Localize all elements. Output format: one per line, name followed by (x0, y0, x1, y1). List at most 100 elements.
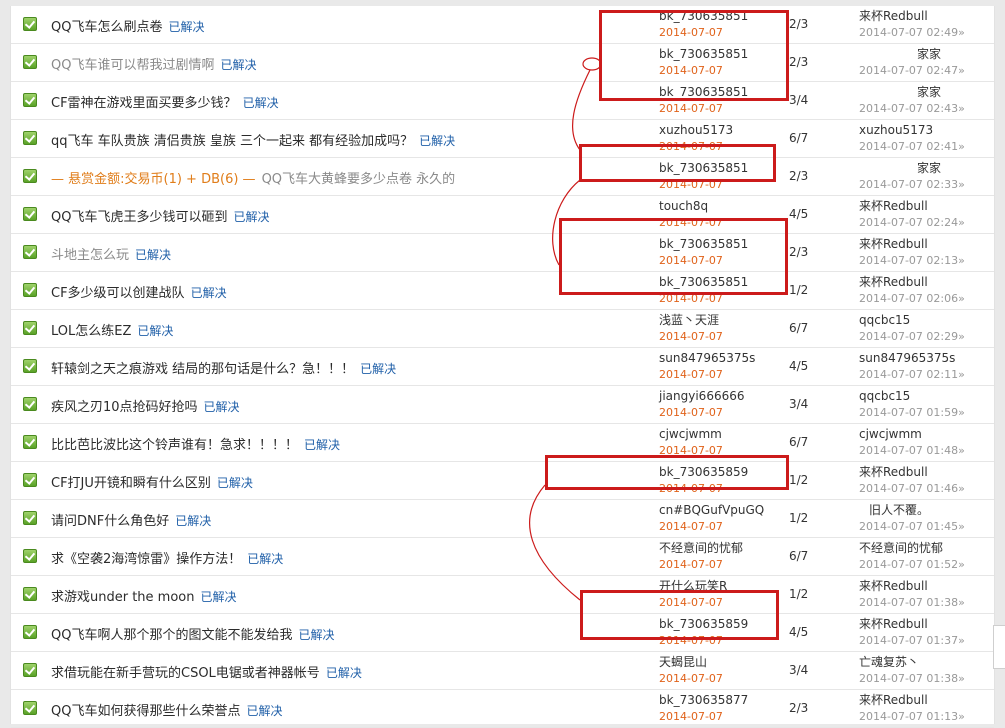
author-link[interactable]: jiangyi666666 (659, 388, 745, 404)
solved-check-icon (23, 93, 37, 107)
last-reply-user[interactable]: 家家 (917, 160, 941, 176)
last-reply-user[interactable]: 来杯Redbull (859, 8, 928, 24)
last-reply-date[interactable]: 2014-07-07 01:46» (859, 481, 965, 497)
last-reply-user[interactable]: qqcbc15 (859, 312, 910, 328)
thread-title-link[interactable]: 求借玩能在新手营玩的CSOL电锯或者神器帐号 已解决 (51, 662, 362, 681)
last-reply-user[interactable]: 来杯Redbull (859, 274, 928, 290)
author-link[interactable]: 浅蓝丶天涯 (659, 312, 719, 328)
table-row: 请问DNF什么角色好 已解决 cn#BQGufVpuGQ 2014-07-07 1… (11, 500, 994, 538)
last-reply-date[interactable]: 2014-07-07 02:11» (859, 367, 965, 383)
author-link[interactable]: bk_730635877 (659, 692, 748, 708)
last-reply-user[interactable]: sun847965375s (859, 350, 955, 366)
last-reply-date[interactable]: 2014-07-07 02:06» (859, 291, 965, 307)
table-row: qq飞车 车队贵族 清侣贵族 皇族 三个一起来 都有经验加成吗？ 已解决 xuzh… (11, 120, 994, 158)
table-row: 求游戏under the moon 已解决 开什么玩笑R 2014-07-07 1… (11, 576, 994, 614)
last-reply-date[interactable]: 2014-07-07 02:49» (859, 25, 965, 41)
last-reply-user[interactable]: 来杯Redbull (859, 578, 928, 594)
thread-title-link[interactable]: qq飞车 车队贵族 清侣贵族 皇族 三个一起来 都有经验加成吗？ 已解决 (51, 130, 455, 149)
table-row: QQ飞车谁可以帮我过剧情啊 已解决 bk_730635851 2014-07-07… (11, 44, 994, 82)
last-reply-date[interactable]: 2014-07-07 01:59» (859, 405, 965, 421)
author-link[interactable]: touch8q (659, 198, 708, 214)
thread-title-link[interactable]: CF雷神在游戏里面买要多少钱？ 已解决 (51, 92, 279, 111)
solved-badge: 已解决 (246, 704, 283, 718)
thread-title-link[interactable]: 求《空袭2海湾惊雷》操作方法！ 已解决 (51, 548, 283, 567)
last-reply-date[interactable]: 2014-07-07 01:48» (859, 443, 965, 459)
solved-check-icon (23, 169, 37, 183)
solved-badge: 已解决 (247, 552, 284, 566)
last-reply-date[interactable]: 2014-07-07 02:29» (859, 329, 965, 345)
author-link[interactable]: xuzhou5173 (659, 122, 733, 138)
last-reply-date[interactable]: 2014-07-07 02:33» (859, 177, 965, 193)
thread-title-link[interactable]: LOL怎么练EZ 已解决 (51, 320, 173, 339)
last-reply-user[interactable]: 来杯Redbull (859, 616, 928, 632)
last-reply-user[interactable]: 家家 (917, 84, 941, 100)
solved-badge: 已解决 (419, 134, 456, 148)
reply-view-count: 1/2 (789, 283, 809, 297)
table-row: CF雷神在游戏里面买要多少钱？ 已解决 bk_730635851 2014-07-… (11, 82, 994, 120)
thread-title-link[interactable]: CF打JU开镜和瞬有什么区别 已解决 (51, 472, 253, 491)
last-reply-date[interactable]: 2014-07-07 01:13» (859, 709, 965, 725)
last-reply-user[interactable]: cjwcjwmm (859, 426, 922, 442)
author-link[interactable]: 不经意间的忧郁 (659, 540, 743, 556)
thread-title-link[interactable]: — 悬赏金额:交易币(1) + DB(6) — QQ飞车大黄蜂要多少点卷 永久的 (51, 168, 455, 187)
thread-title-link[interactable]: QQ飞车如何获得那些什么荣誉点 已解决 (51, 700, 282, 719)
solved-check-icon (23, 625, 37, 639)
last-reply-date[interactable]: 2014-07-07 02:43» (859, 101, 965, 117)
thread-title-link[interactable]: QQ飞车怎么刷点卷 已解决 (51, 16, 204, 35)
last-reply-user[interactable]: qqcbc15 (859, 388, 910, 404)
thread-title-link[interactable]: 斗地主怎么玩 已解决 (51, 244, 171, 263)
side-scroll-tab[interactable] (993, 625, 1005, 669)
solved-badge: 已解决 (325, 666, 362, 680)
last-reply-user[interactable]: 亡魂复苏丶 (859, 654, 919, 670)
thread-title-link[interactable]: 轩辕剑之天之痕游戏 结局的那句话是什么？急！！！ 已解决 (51, 358, 396, 377)
last-reply-user[interactable]: 不经意间的忧郁 (859, 540, 943, 556)
last-reply-date[interactable]: 2014-07-07 01:38» (859, 595, 965, 611)
reply-view-count: 4/5 (789, 207, 809, 221)
solved-check-icon (23, 321, 37, 335)
thread-title-link[interactable]: QQ飞车谁可以帮我过剧情啊 已解决 (51, 54, 256, 73)
thread-title-link[interactable]: QQ飞车飞虎王多少钱可以砸到 已解决 (51, 206, 269, 225)
last-reply-user[interactable]: xuzhou5173 (859, 122, 933, 138)
author-link[interactable]: sun847965375s (659, 350, 755, 366)
last-reply-date[interactable]: 2014-07-07 02:41» (859, 139, 965, 155)
thread-title-link[interactable]: 请问DNF什么角色好 已解决 (51, 510, 211, 529)
author-link[interactable]: cjwcjwmm (659, 426, 722, 442)
thread-title-link[interactable]: 求游戏under the moon 已解决 (51, 586, 237, 605)
table-row: QQ飞车怎么刷点卷 已解决 bk_730635851 2014-07-07 2/3… (11, 6, 994, 44)
author-link[interactable]: 天蝎昆山 (659, 654, 707, 670)
table-row: QQ飞车飞虎王多少钱可以砸到 已解决 touch8q 2014-07-07 4/5… (11, 196, 994, 234)
reply-view-count: 1/2 (789, 587, 809, 601)
last-reply-date[interactable]: 2014-07-07 02:24» (859, 215, 965, 231)
last-reply-user[interactable]: 来杯Redbull (859, 236, 928, 252)
post-date: 2014-07-07 (659, 710, 723, 723)
thread-list: QQ飞车怎么刷点卷 已解决 bk_730635851 2014-07-07 2/3… (10, 6, 995, 728)
solved-badge: 已解决 (360, 362, 397, 376)
last-reply-date[interactable]: 2014-07-07 01:45» (859, 519, 965, 535)
thread-title-link[interactable]: 比比芭比波比这个铃声谁有！急求！！！！ 已解决 (51, 434, 340, 453)
last-reply-date[interactable]: 2014-07-07 01:38» (859, 671, 965, 687)
reply-view-count: 6/7 (789, 435, 809, 449)
last-reply-date[interactable]: 2014-07-07 02:47» (859, 63, 965, 79)
post-date: 2014-07-07 (659, 520, 723, 533)
last-reply-date[interactable]: 2014-07-07 01:37» (859, 633, 965, 649)
last-reply-user[interactable]: 来杯Redbull (859, 692, 928, 708)
author-link[interactable]: cn#BQGufVpuGQ (659, 502, 764, 518)
reply-view-count: 4/5 (789, 359, 809, 373)
reply-view-count: 2/3 (789, 245, 809, 259)
solved-check-icon (23, 587, 37, 601)
last-reply-user[interactable]: 来杯Redbull (859, 464, 928, 480)
thread-title-link[interactable]: CF多少级可以创建战队 已解决 (51, 282, 227, 301)
last-reply-date[interactable]: 2014-07-07 02:13» (859, 253, 965, 269)
last-reply-user[interactable]: 来杯Redbull (859, 198, 928, 214)
highlight-box (580, 590, 779, 640)
thread-title-link[interactable]: QQ飞车啊人那个那个的图文能不能发给我 已解决 (51, 624, 334, 643)
thread-title-link[interactable]: 疾风之刃10点抢码好抢吗 已解决 (51, 396, 240, 415)
solved-badge: 已解决 (168, 20, 205, 34)
last-reply-date[interactable]: 2014-07-07 01:52» (859, 557, 965, 573)
last-reply-user[interactable]: 家家 (917, 46, 941, 62)
solved-badge: 已解决 (233, 210, 270, 224)
bounty-label: — 悬赏金额:交易币(1) + DB(6) — (51, 172, 256, 187)
last-reply-user[interactable]: 旧人不覆。 (869, 502, 929, 518)
reply-view-count: 2/3 (789, 55, 809, 69)
highlight-box (545, 455, 789, 490)
